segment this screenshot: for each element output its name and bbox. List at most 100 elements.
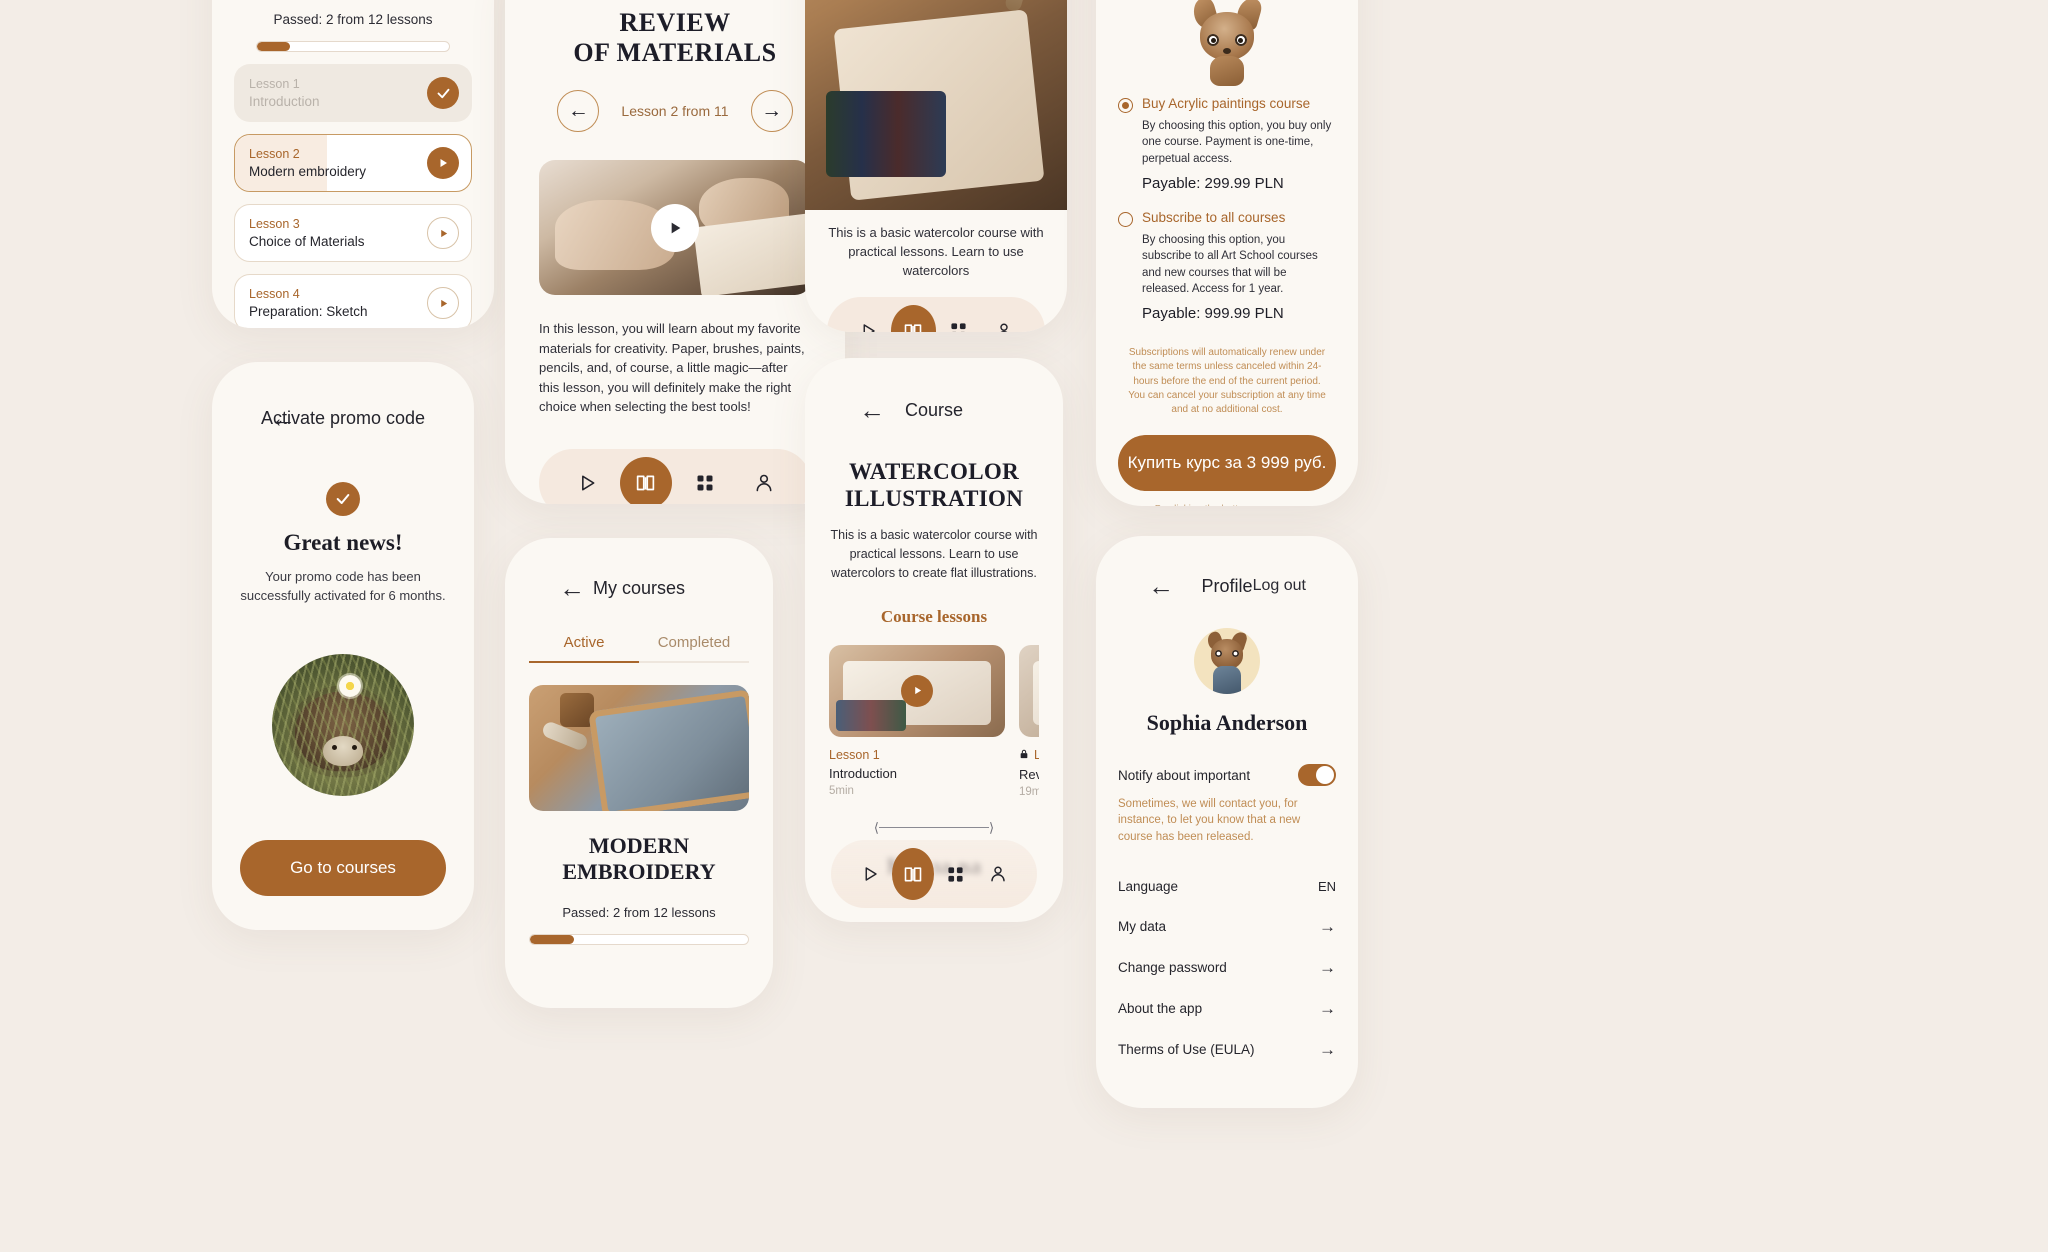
lesson-number: Lesson 4 [249,287,300,301]
lesson-row[interactable]: Lesson 2 Modern embroidery [234,134,472,192]
lesson-thumbnail[interactable] [829,644,1005,737]
tab-play-icon[interactable] [849,848,892,900]
subscription-note: Subscriptions will automatically renew u… [1128,347,1326,416]
course-title: MODERN EMBROIDERY [562,833,716,884]
watercolor-preview-card: This is a basic watercolor course with p… [805,0,1067,332]
settings-row-about-the-app[interactable]: About the app → [1118,988,1336,1029]
bottom-tabbar[interactable] [539,448,811,504]
tab-book-icon[interactable] [891,848,934,900]
lesson-thumbnail[interactable] [1019,644,1039,737]
play-icon[interactable] [427,217,459,249]
check-circle-icon [326,482,360,516]
tab-play-icon[interactable] [561,457,613,504]
lesson-title: Introduction [249,94,320,109]
play-icon[interactable] [901,674,933,707]
lesson-counter: Lesson 2 from 11 [621,103,729,120]
tab-person-icon[interactable] [977,848,1020,900]
tab-grid-icon[interactable] [679,457,731,504]
log-out-button[interactable]: Log out [1253,577,1306,595]
course-progress-bar [529,933,749,945]
go-to-courses-button[interactable]: Go to courses [240,840,446,896]
lesson-title: Preparation: Sketch [249,304,368,319]
settings-row-my-data[interactable]: My data → [1118,906,1336,947]
option-name: Buy Acrylic paintings course [1142,96,1311,111]
radio-unselected-icon[interactable] [1118,211,1133,227]
lesson-title: Introduction [829,765,897,781]
option-description: By choosing this option, you buy only on… [1142,120,1332,165]
settings-label: My data [1118,918,1167,934]
check-icon[interactable] [427,77,459,109]
option-payable: Payable: 299.99 PLN [1142,174,1284,192]
purchase-option[interactable]: Buy Acrylic paintings course By choosing… [1118,96,1336,192]
bottom-tabbar[interactable] [831,840,1037,908]
lesson-video-player[interactable] [539,160,811,296]
settings-row-terms-of-use[interactable]: Therms of Use (EULA) → [1118,1029,1336,1070]
course-lesson-strip[interactable]: Lesson 1 Introduction 5min Lesson 2 Revi… [829,644,1039,798]
lesson-row[interactable]: Lesson 1 Introduction [234,64,472,122]
tab-person-icon[interactable] [738,457,790,504]
tab-active[interactable]: Active [529,634,639,663]
lesson-row[interactable]: Lesson 3 Choice of Materials [234,204,472,262]
lesson-number: Lesson 2 [249,147,300,161]
notify-label: Notify about important [1118,767,1251,783]
arrow-right-icon: → [1319,957,1336,977]
arrow-left-icon[interactable]: ← [859,397,893,423]
lesson-row[interactable]: Lesson 4 Preparation: Sketch [234,274,472,328]
play-icon[interactable] [651,203,699,252]
settings-label: Language [1118,878,1179,894]
prev-lesson-button[interactable]: ← [557,90,600,133]
lesson-number: Lesson 1 [829,747,880,762]
settings-label: About the app [1118,1000,1203,1016]
horizontal-scroll-icon: ⟨ ⟩ [873,819,995,835]
bottom-tabbar[interactable] [827,296,1045,332]
agreement-text: By clicking the button, you agree to the… [1118,503,1336,506]
play-icon[interactable] [427,287,459,319]
courses-tabs[interactable]: Active Completed [529,634,749,663]
lesson-detail-card: REVIEW OF MATERIALS ← Lesson 2 from 11 → … [505,0,845,504]
tab-book-icon[interactable] [619,456,672,504]
arrow-right-icon: → [1319,1039,1336,1059]
play-icon[interactable] [427,147,459,179]
language-value: EN [1317,878,1336,894]
watercolor-preview-description: This is a basic watercolor course with p… [828,225,1044,278]
tab-book-icon[interactable] [890,304,936,332]
purchase-card: Buy Acrylic paintings course By choosing… [1096,0,1358,506]
course-title: WATERCOLOR ILLUSTRATION [844,459,1024,512]
lesson-description: In this lesson, you will learn about my … [539,321,805,415]
next-lesson-button[interactable]: → [750,90,793,133]
watercolor-supplies-photo [805,0,1067,210]
option-name: Subscribe to all courses [1142,209,1286,225]
tab-person-icon[interactable] [982,305,1028,332]
tab-grid-icon[interactable] [934,848,977,900]
avatar[interactable] [1194,628,1260,694]
course-thumbnail[interactable] [529,685,749,811]
profile-card: ← Profile Log out Sophia Anderson Notify… [1096,536,1358,1108]
option-payable: Payable: 999.99 PLN [1142,305,1284,323]
tab-completed[interactable]: Completed [639,634,749,663]
arrow-right-icon: → [1319,998,1336,1018]
arrow-left-icon[interactable]: ← [270,405,304,431]
list-item[interactable]: Lesson 2 Review of Ma 19min [1019,644,1039,798]
purchase-option[interactable]: Subscribe to all courses By choosing thi… [1118,210,1336,322]
settings-row-change-password[interactable]: Change password → [1118,947,1336,988]
tab-play-icon[interactable] [845,305,891,332]
tab-grid-icon[interactable] [936,305,982,332]
hedgehog-illustration [240,653,446,796]
list-item[interactable]: Lesson 1 Introduction 5min [829,644,1005,798]
promo-message: Your promo code has been successfully ac… [240,569,446,603]
mockup-board: Passed: 2 from 12 lessons Lesson 1 Intro… [0,0,2048,1252]
lessons-progress-bar [256,41,450,52]
notify-toggle[interactable] [1298,764,1336,786]
arrow-left-icon[interactable]: ← [1148,573,1182,599]
settings-row-language[interactable]: Language EN [1118,867,1336,906]
lesson-list-card: Passed: 2 from 12 lessons Lesson 1 Intro… [212,0,494,328]
course-detail-card: ← Course WATERCOLOR ILLUSTRATION This is … [805,358,1063,922]
lesson-title: Review of Ma [1019,766,1039,782]
lesson-number: Lesson 3 [249,217,300,231]
lesson-duration: 19min [1019,785,1039,798]
my-courses-card: ← My courses Active Completed MODERN EMBR… [505,538,773,1008]
settings-label: Change password [1118,959,1227,975]
arrow-left-icon[interactable]: ← [559,575,593,601]
radio-selected-icon[interactable] [1118,98,1133,113]
buy-course-button[interactable]: Купить курс за 3 999 руб. [1118,435,1336,492]
